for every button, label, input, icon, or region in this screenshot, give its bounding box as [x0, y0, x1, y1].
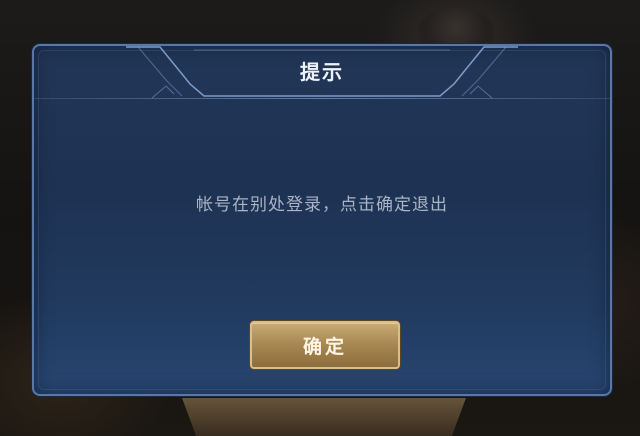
confirm-button[interactable]: 确定: [250, 321, 400, 369]
dialog-title: 提示: [300, 60, 344, 84]
notice-dialog: 提示 帐号在别处登录，点击确定退出 确定: [32, 44, 612, 396]
background-bottom-plate: [182, 398, 466, 436]
header-divider: [34, 98, 610, 99]
dialog-message: 帐号在别处登录，点击确定退出: [196, 195, 448, 215]
